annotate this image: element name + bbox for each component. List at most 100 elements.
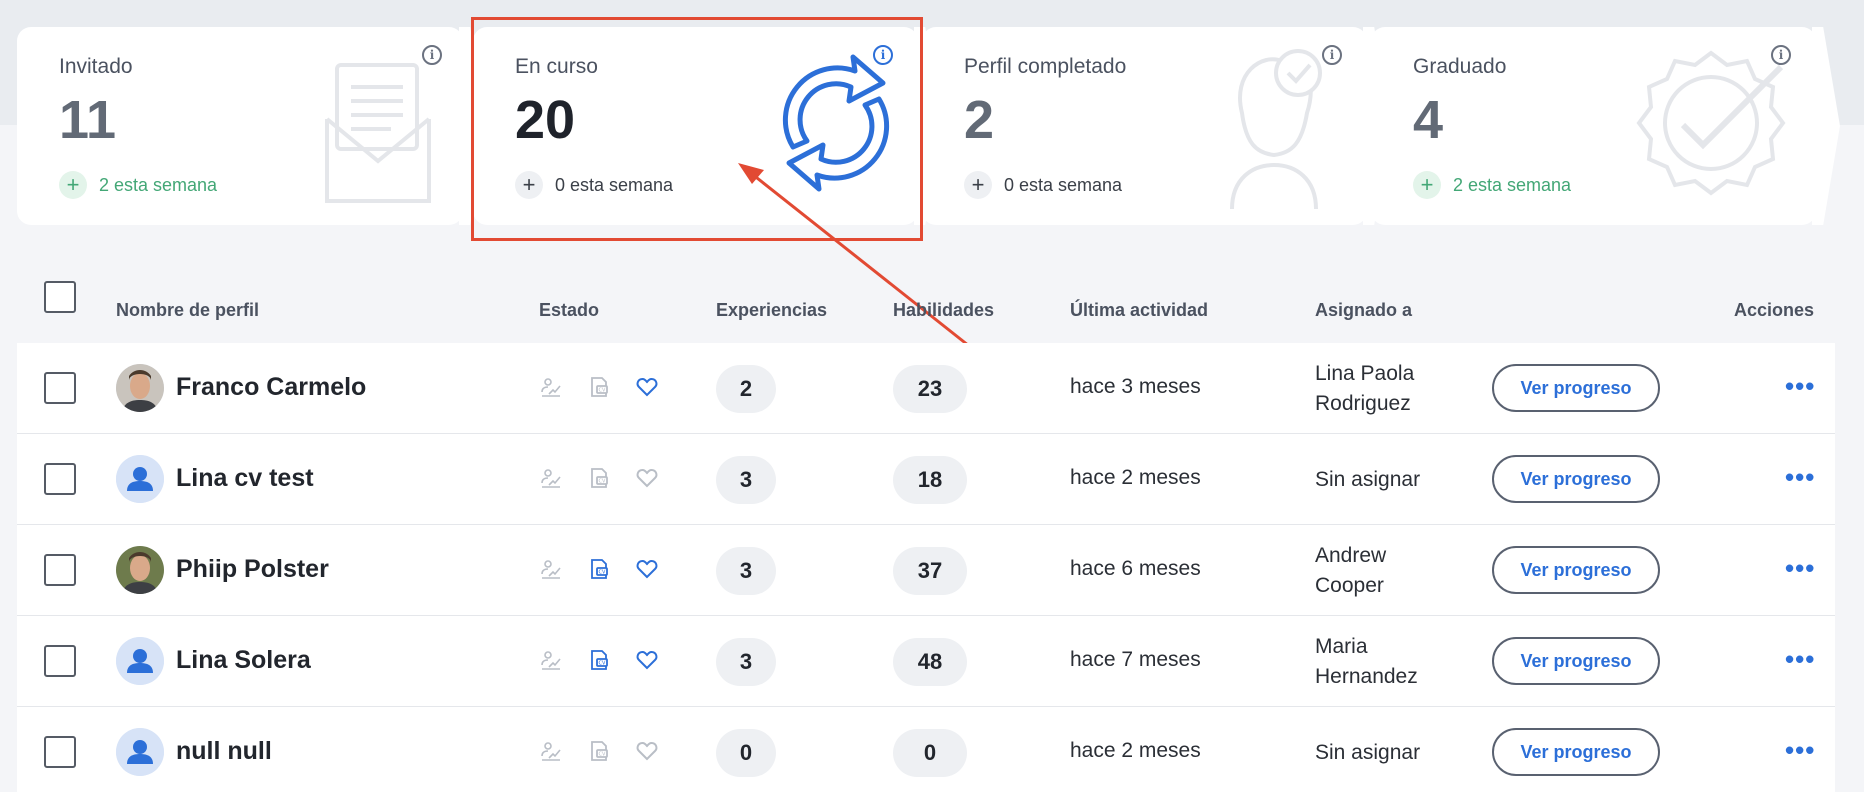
view-progress-button[interactable]: Ver progreso xyxy=(1492,728,1660,776)
row-checkbox[interactable] xyxy=(44,554,76,586)
skills-count: 48 xyxy=(893,638,967,686)
assigned-to: Lina Paola Rodriguez xyxy=(1315,359,1445,419)
card-week-stat: + 0 esta semana xyxy=(964,171,1122,199)
profile-check-icon xyxy=(1230,49,1322,210)
avatar xyxy=(116,364,164,412)
experiences-count: 2 xyxy=(716,365,776,413)
table-row[interactable]: Lina Solera CV 3 48 hace 7 meses Maria Hernand… xyxy=(17,616,1835,707)
heart-icon[interactable] xyxy=(635,375,659,399)
signature-icon xyxy=(539,466,563,490)
assigned-to: Sin asignar xyxy=(1315,738,1445,768)
cv-icon: CV xyxy=(587,648,611,672)
skills-count: 37 xyxy=(893,547,967,595)
state-icons: CV xyxy=(539,466,659,490)
cv-icon: CV xyxy=(587,739,611,763)
cv-icon: CV xyxy=(587,466,611,490)
assigned-line: Sin asignar xyxy=(1315,741,1421,764)
skills-count: 18 xyxy=(893,456,967,504)
state-icons: CV xyxy=(539,557,659,581)
plus-icon: + xyxy=(964,171,992,199)
assigned-line: Cooper xyxy=(1315,574,1384,597)
column-header-experiences[interactable]: Experiencias xyxy=(716,300,827,321)
column-header-state: Estado xyxy=(539,300,600,320)
experiences-count: 3 xyxy=(716,638,776,686)
row-checkbox[interactable] xyxy=(44,463,76,495)
plus-icon: + xyxy=(59,171,87,199)
row-checkbox[interactable] xyxy=(44,736,76,768)
signature-icon xyxy=(539,375,563,399)
avatar xyxy=(116,728,164,776)
plus-icon: + xyxy=(1413,171,1441,199)
last-activity: hace 7 meses xyxy=(1070,648,1201,671)
card-week-label: 2 esta semana xyxy=(99,174,218,195)
column-header-last-activity[interactable]: Última actividad xyxy=(1070,300,1208,321)
column-header-actions: Acciones xyxy=(1734,300,1815,320)
row-checkbox[interactable] xyxy=(44,645,76,677)
table-row[interactable]: Phiip Polster CV 3 37 hace 6 meses Andrew Coop… xyxy=(17,525,1835,616)
experiences-count: 0 xyxy=(716,729,776,777)
assigned-to: Maria Hernandez xyxy=(1315,632,1445,692)
assigned-line: Andrew xyxy=(1315,544,1387,567)
card-week-label: 0 esta semana xyxy=(1004,174,1123,195)
card-count: 2 xyxy=(964,90,995,150)
more-options-icon[interactable]: ••• xyxy=(1785,553,1815,584)
profile-name[interactable]: null null xyxy=(176,737,272,766)
signature-icon xyxy=(539,739,563,763)
more-options-icon[interactable]: ••• xyxy=(1785,644,1815,675)
profile-name[interactable]: Phiip Polster xyxy=(176,555,329,584)
more-options-icon[interactable]: ••• xyxy=(1785,462,1815,493)
profile-name[interactable]: Franco Carmelo xyxy=(176,373,366,402)
card-count: 11 xyxy=(59,90,117,150)
envelope-icon xyxy=(325,63,431,203)
assigned-to: Sin asignar xyxy=(1315,465,1445,495)
column-header-assigned[interactable]: Asignado a xyxy=(1315,300,1412,321)
avatar xyxy=(116,546,164,594)
cv-icon: CV xyxy=(587,375,611,399)
card-count: 4 xyxy=(1413,90,1444,150)
card-label: Perfil completado xyxy=(964,55,1127,78)
table-row[interactable]: Lina cv test CV 3 18 hace 2 meses Sin asignar… xyxy=(17,434,1835,525)
heart-icon[interactable] xyxy=(635,466,659,490)
state-icons: CV xyxy=(539,375,659,399)
select-all-checkbox[interactable] xyxy=(44,281,76,313)
svg-text:CV: CV xyxy=(599,752,606,758)
last-activity: hace 6 meses xyxy=(1070,557,1201,580)
skills-count: 23 xyxy=(893,365,967,413)
profiles-table: Franco Carmelo CV 2 23 hace 3 meses Lina Paol… xyxy=(17,343,1835,792)
column-header-name[interactable]: Nombre de perfil xyxy=(116,300,259,321)
heart-icon[interactable] xyxy=(635,648,659,672)
card-label: Invitado xyxy=(59,55,133,78)
view-progress-button[interactable]: Ver progreso xyxy=(1492,637,1660,685)
last-activity: hace 3 meses xyxy=(1070,375,1201,398)
pipeline-card-invitado[interactable]: Invitado 11 + 2 esta semana i xyxy=(17,27,487,225)
profile-name[interactable]: Lina cv test xyxy=(176,464,314,493)
row-checkbox[interactable] xyxy=(44,372,76,404)
last-activity: hace 2 meses xyxy=(1070,739,1201,762)
svg-text:CV: CV xyxy=(599,388,606,394)
assigned-line: Hernandez xyxy=(1315,665,1418,688)
assigned-line: Rodriguez xyxy=(1315,392,1411,415)
signature-icon xyxy=(539,557,563,581)
assigned-line: Lina Paola xyxy=(1315,362,1415,385)
table-row[interactable]: Franco Carmelo CV 2 23 hace 3 meses Lina Paol… xyxy=(17,343,1835,434)
heart-icon[interactable] xyxy=(635,739,659,763)
view-progress-button[interactable]: Ver progreso xyxy=(1492,546,1660,594)
assigned-line: Maria xyxy=(1315,635,1368,658)
column-header-skills[interactable]: Habilidades xyxy=(893,300,994,321)
view-progress-button[interactable]: Ver progreso xyxy=(1492,455,1660,503)
pipeline-card-perfil-completado[interactable]: Perfil completado 2 + 0 esta semana i xyxy=(922,27,1391,225)
highlight-frame xyxy=(471,17,923,241)
experiences-count: 3 xyxy=(716,456,776,504)
skills-count: 0 xyxy=(893,729,967,777)
cv-icon: CV xyxy=(587,557,611,581)
card-week-label: 2 esta semana xyxy=(1453,174,1572,195)
heart-icon[interactable] xyxy=(635,557,659,581)
pipeline-card-graduado[interactable]: Graduado 4 + 2 esta semana i xyxy=(1371,27,1840,225)
view-progress-button[interactable]: Ver progreso xyxy=(1492,364,1660,412)
more-options-icon[interactable]: ••• xyxy=(1785,735,1815,766)
profile-name[interactable]: Lina Solera xyxy=(176,646,311,675)
more-options-icon[interactable]: ••• xyxy=(1785,371,1815,402)
avatar xyxy=(116,455,164,503)
table-row[interactable]: null null CV 0 0 hace 2 meses Sin asignar Ver … xyxy=(17,707,1835,792)
svg-text:CV: CV xyxy=(599,479,606,485)
